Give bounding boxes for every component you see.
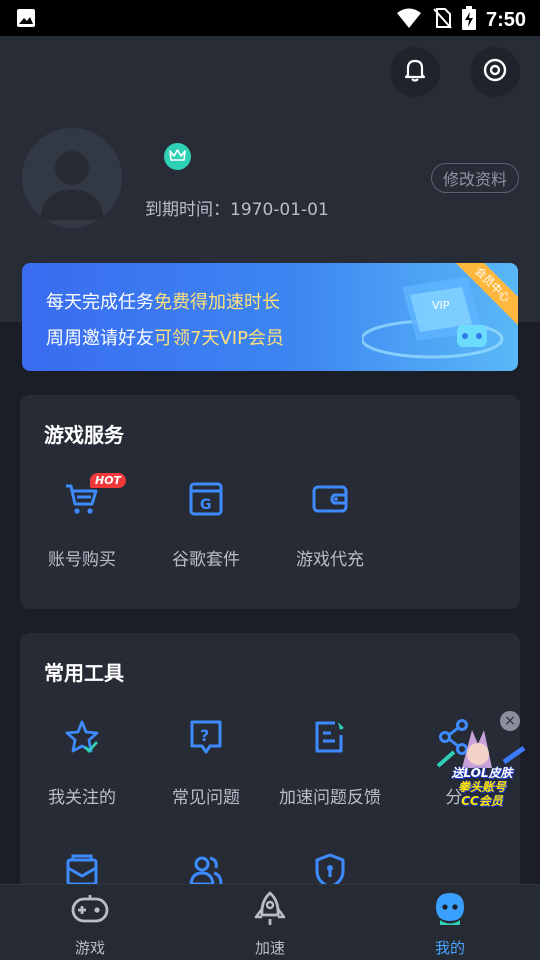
- question-icon: ?: [189, 719, 223, 759]
- gallery-icon: [16, 8, 36, 32]
- bottom-tab-bar: 游戏 加速 我的: [0, 884, 540, 960]
- floating-ad[interactable]: × 送LOL皮肤 拳头账号 CC会员: [432, 708, 530, 818]
- ad-text: 送LOL皮肤 拳头账号 CC会员: [434, 766, 530, 808]
- tool-item-feedback[interactable]: 加速问题反馈: [268, 717, 392, 808]
- banner-line-2: 周周邀请好友可领7天VIP会员: [46, 324, 284, 350]
- tool-item-label: 我关注的: [48, 788, 116, 808]
- hot-badge: HOT: [90, 473, 127, 488]
- wallet-icon: [312, 483, 348, 519]
- tab-accelerate[interactable]: 加速: [180, 885, 360, 960]
- ad-close-button[interactable]: ×: [500, 711, 520, 731]
- game-services-card: 游戏服务 HOT 账号购买 G 谷歌套件 游戏代充: [20, 395, 520, 609]
- gamepad-icon: [71, 894, 109, 928]
- star-check-icon: [64, 719, 100, 759]
- vip-crown-badge: [164, 143, 191, 170]
- rocket-icon: [253, 891, 287, 931]
- edit-profile-button[interactable]: 修改资料: [431, 163, 519, 193]
- tab-mine[interactable]: 我的: [360, 885, 540, 960]
- status-time: 7:50: [485, 8, 526, 31]
- ad-line-2: 拳头账号: [457, 780, 506, 794]
- membership-expiry: 到期时间：1970-01-01: [145, 195, 329, 220]
- tool-item-following[interactable]: 我关注的: [20, 717, 144, 808]
- service-item-label: 谷歌套件: [172, 550, 240, 570]
- notification-button[interactable]: [390, 47, 440, 97]
- tab-label: 我的: [434, 939, 465, 957]
- service-item-label: 账号购买: [48, 550, 116, 570]
- banner-line-2-highlight: 可领7天VIP会员: [154, 328, 284, 349]
- wifi-icon: [396, 7, 422, 33]
- avatar-placeholder-icon: [40, 151, 104, 220]
- crown-icon: [169, 147, 186, 166]
- feedback-icon: [313, 719, 347, 759]
- google-suite-icon: G: [189, 482, 223, 520]
- banner-line-1-highlight: 免费得加速时长: [154, 292, 280, 313]
- vip-card-text: VIP: [432, 299, 450, 312]
- bell-icon: [402, 57, 428, 87]
- avatar[interactable]: [22, 128, 122, 228]
- promo-banner[interactable]: 每天完成任务免费得加速时长 周周邀请好友可领7天VIP会员 VIP 会员中心: [22, 263, 518, 371]
- tool-item-faq[interactable]: ? 常见问题: [144, 717, 268, 808]
- status-bar: 7:50: [0, 0, 540, 36]
- settings-button[interactable]: [470, 47, 520, 97]
- svg-text:G: G: [200, 497, 212, 513]
- tab-label: 加速: [254, 939, 285, 957]
- no-sim-icon: [432, 7, 452, 33]
- tab-label: 游戏: [74, 939, 105, 957]
- ad-line-1: 送LOL皮肤: [451, 766, 513, 780]
- service-item-label: 游戏代充: [296, 550, 364, 570]
- banner-line-2-text: 周周邀请好友: [46, 328, 154, 349]
- tool-item-label: 加速问题反馈: [279, 788, 381, 808]
- service-item-account-purchase[interactable]: HOT 账号购买: [20, 473, 144, 570]
- banner-line-1-text: 每天完成任务: [46, 292, 154, 313]
- service-item-google-suite[interactable]: G 谷歌套件: [144, 479, 268, 570]
- tab-games[interactable]: 游戏: [0, 885, 180, 960]
- ad-line-3: CC会员: [461, 794, 503, 808]
- common-tools-title: 常用工具: [44, 661, 124, 685]
- service-item-game-topup[interactable]: 游戏代充: [268, 479, 392, 570]
- settings-ring-icon: [482, 57, 508, 87]
- game-services-title: 游戏服务: [44, 423, 124, 447]
- tool-item-label: 常见问题: [172, 788, 240, 808]
- svg-text:?: ?: [200, 726, 209, 745]
- expiry-date: 1970-01-01: [230, 200, 329, 220]
- banner-line-1: 每天完成任务免费得加速时长: [46, 288, 280, 314]
- profile-mascot-icon: [433, 891, 467, 931]
- expiry-label: 到期时间：: [145, 200, 230, 220]
- battery-charging-icon: [461, 6, 476, 34]
